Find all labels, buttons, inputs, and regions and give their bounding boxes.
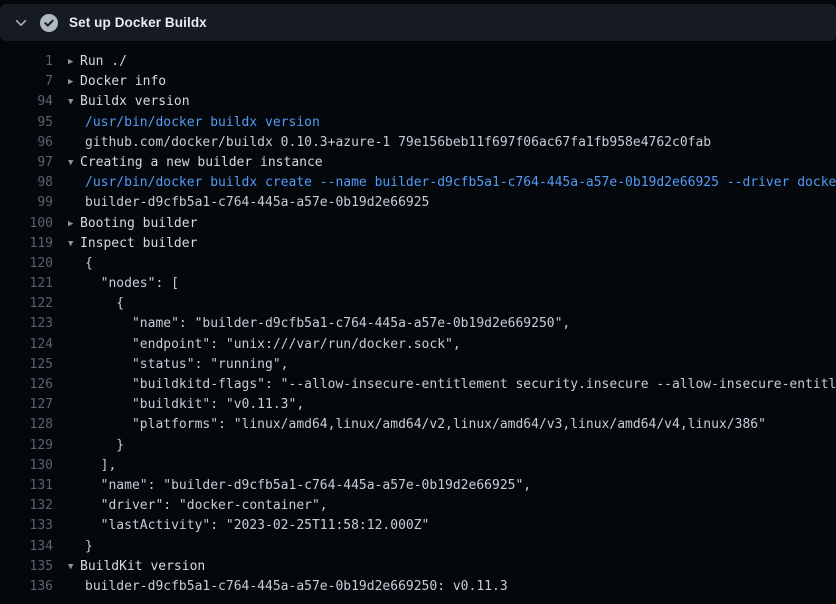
line-number[interactable]: 100 (0, 214, 53, 234)
log-line: 126 "buildkitd-flags": "--allow-insecure… (0, 375, 836, 395)
log-text[interactable]: ▶Docker info (68, 72, 166, 92)
line-number[interactable]: 123 (0, 314, 53, 334)
line-number[interactable]: 94 (0, 92, 53, 112)
log-line: 100 ▶Booting builder (0, 214, 836, 234)
line-number[interactable]: 133 (0, 516, 53, 536)
log-line: 128 "platforms": "linux/amd64,linux/amd6… (0, 415, 836, 435)
check-circle-icon (40, 14, 58, 32)
triangle-down-icon[interactable]: ▼ (68, 234, 80, 254)
log-line: 96 github.com/docker/buildx 0.10.3+azure… (0, 133, 836, 153)
log-line: 136 builder-d9cfb5a1-c764-445a-a57e-0b19… (0, 577, 836, 597)
log-output: 1 ▶Run ./ 7 ▶Docker info 94 ▼Buildx vers… (0, 41, 836, 597)
log-text: ], (68, 456, 116, 476)
line-number[interactable]: 98 (0, 173, 53, 193)
log-text: builder-d9cfb5a1-c764-445a-a57e-0b19d2e6… (68, 193, 429, 213)
log-line: 125 "status": "running", (0, 355, 836, 375)
log-text: "nodes": [ (68, 274, 179, 294)
line-number[interactable]: 97 (0, 153, 53, 173)
log-line: 124 "endpoint": "unix:///var/run/docker.… (0, 335, 836, 355)
log-line: 94 ▼Buildx version (0, 92, 836, 112)
line-number[interactable]: 120 (0, 254, 53, 274)
log-text[interactable]: ▼Inspect builder (68, 234, 197, 254)
log-text[interactable]: ▶Booting builder (68, 214, 197, 234)
actions-log-viewer: Set up Docker Buildx 1 ▶Run ./ 7 ▶Docker… (0, 0, 836, 597)
line-number[interactable]: 126 (0, 375, 53, 395)
log-text: "name": "builder-d9cfb5a1-c764-445a-a57e… (68, 476, 531, 496)
log-line: 133 "lastActivity": "2023-02-25T11:58:12… (0, 516, 836, 536)
log-line: 122 { (0, 294, 836, 314)
triangle-down-icon[interactable]: ▼ (68, 92, 80, 112)
log-text: "endpoint": "unix:///var/run/docker.sock… (68, 335, 461, 355)
log-line: 127 "buildkit": "v0.11.3", (0, 395, 836, 415)
line-number[interactable]: 130 (0, 456, 53, 476)
log-line: 134 } (0, 537, 836, 557)
log-text: builder-d9cfb5a1-c764-445a-a57e-0b19d2e6… (68, 577, 508, 597)
line-number[interactable]: 129 (0, 436, 53, 456)
step-title: Set up Docker Buildx (69, 15, 207, 30)
log-line: 99 builder-d9cfb5a1-c764-445a-a57e-0b19d… (0, 193, 836, 213)
triangle-down-icon[interactable]: ▼ (68, 153, 80, 173)
triangle-right-icon[interactable]: ▶ (68, 52, 80, 72)
log-line: 119 ▼Inspect builder (0, 234, 836, 254)
triangle-down-icon[interactable]: ▼ (68, 557, 80, 577)
line-number[interactable]: 132 (0, 496, 53, 516)
log-text: "lastActivity": "2023-02-25T11:58:12.000… (68, 516, 429, 536)
log-line: 97 ▼Creating a new builder instance (0, 153, 836, 173)
line-number[interactable]: 96 (0, 133, 53, 153)
log-line: 135 ▼BuildKit version (0, 557, 836, 577)
log-line: 131 "name": "builder-d9cfb5a1-c764-445a-… (0, 476, 836, 496)
log-line: 98 /usr/bin/docker buildx create --name … (0, 173, 836, 193)
line-number[interactable]: 122 (0, 294, 53, 314)
line-number[interactable]: 136 (0, 577, 53, 597)
line-number[interactable]: 135 (0, 557, 53, 577)
triangle-right-icon[interactable]: ▶ (68, 72, 80, 92)
log-text: { (68, 254, 93, 274)
log-line: 1 ▶Run ./ (0, 52, 836, 72)
log-line: 123 "name": "builder-d9cfb5a1-c764-445a-… (0, 314, 836, 334)
step-header[interactable]: Set up Docker Buildx (0, 4, 836, 41)
line-number[interactable]: 99 (0, 193, 53, 213)
log-text: } (68, 537, 93, 557)
log-line: 121 "nodes": [ (0, 274, 836, 294)
log-text: "buildkit": "v0.11.3", (68, 395, 304, 415)
log-line: 132 "driver": "docker-container", (0, 496, 836, 516)
log-line: 129 } (0, 436, 836, 456)
log-text: /usr/bin/docker buildx version (68, 113, 320, 133)
line-number[interactable]: 125 (0, 355, 53, 375)
log-line: 130 ], (0, 456, 836, 476)
log-text: /usr/bin/docker buildx create --name bui… (68, 173, 836, 193)
line-number[interactable]: 124 (0, 335, 53, 355)
log-text: github.com/docker/buildx 0.10.3+azure-1 … (68, 133, 711, 153)
log-text: { (68, 294, 124, 314)
log-text[interactable]: ▼Buildx version (68, 92, 190, 112)
log-line: 7 ▶Docker info (0, 72, 836, 92)
line-number[interactable]: 127 (0, 395, 53, 415)
line-number[interactable]: 119 (0, 234, 53, 254)
log-text: "driver": "docker-container", (68, 496, 328, 516)
log-text: "buildkitd-flags": "--allow-insecure-ent… (68, 375, 836, 395)
log-line: 120 { (0, 254, 836, 274)
chevron-down-icon[interactable] (14, 16, 28, 30)
line-number[interactable]: 121 (0, 274, 53, 294)
log-text: "name": "builder-d9cfb5a1-c764-445a-a57e… (68, 314, 570, 334)
log-text[interactable]: ▼BuildKit version (68, 557, 205, 577)
line-number[interactable]: 128 (0, 415, 53, 435)
log-line: 95 /usr/bin/docker buildx version (0, 113, 836, 133)
log-text[interactable]: ▶Run ./ (68, 52, 127, 72)
log-text[interactable]: ▼Creating a new builder instance (68, 153, 323, 173)
line-number[interactable]: 95 (0, 113, 53, 133)
log-text: "platforms": "linux/amd64,linux/amd64/v2… (68, 415, 766, 435)
line-number[interactable]: 134 (0, 537, 53, 557)
triangle-right-icon[interactable]: ▶ (68, 214, 80, 234)
line-number[interactable]: 1 (0, 52, 53, 72)
log-text: "status": "running", (68, 355, 289, 375)
line-number[interactable]: 7 (0, 72, 53, 92)
line-number[interactable]: 131 (0, 476, 53, 496)
log-text: } (68, 436, 124, 456)
